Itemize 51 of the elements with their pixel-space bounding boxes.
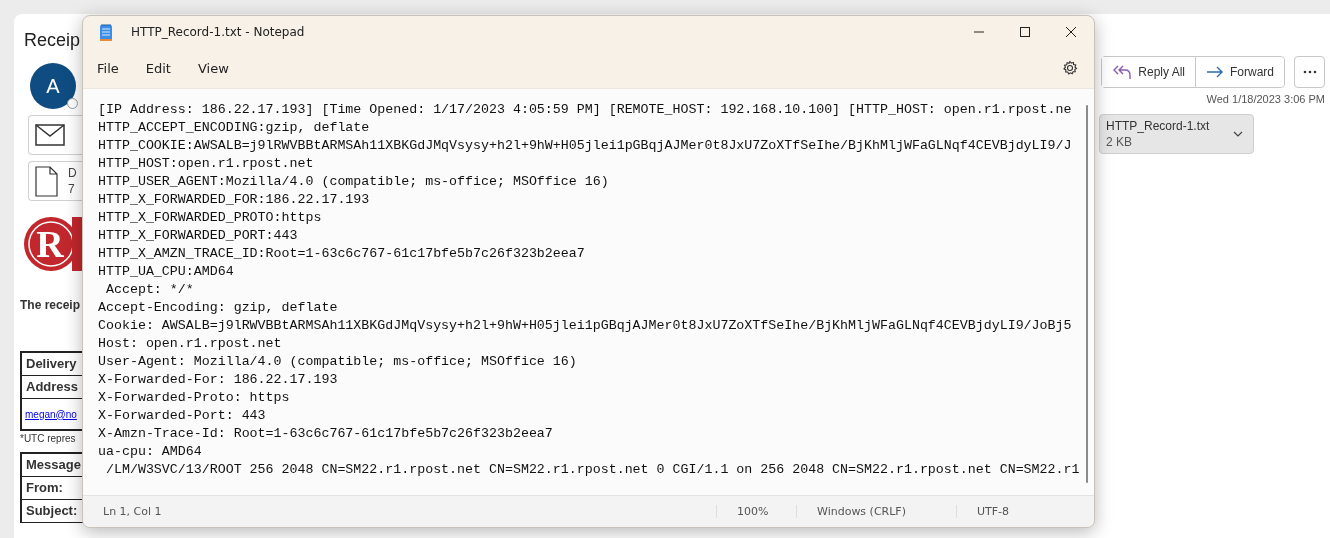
more-icon bbox=[1302, 70, 1317, 74]
text-line: HTTP_X_FORWARDED_FOR:186.22.17.193 bbox=[98, 191, 371, 209]
attachment-size: 2 KB bbox=[1106, 134, 1133, 150]
attachment-card[interactable]: HTTP_Record-1.txt 2 KB bbox=[1099, 114, 1254, 154]
document-icon bbox=[35, 165, 58, 197]
attachment-card[interactable] bbox=[28, 115, 82, 155]
text-line: HTTP_USER_AGENT:Mozilla/4.0 (compatible; ms-office; MSOffice 16) bbox=[98, 173, 610, 191]
text-line: HTTP_X_FORWARDED_PORT:443 bbox=[98, 227, 299, 245]
text-line: HTTP_X_AMZN_TRACE_ID:Root=1-63c6c767-61c17bfe5b7c26f323b2eea7 bbox=[98, 245, 586, 263]
status-text: Windows (CRLF) bbox=[796, 505, 956, 518]
sender-avatar: A bbox=[30, 63, 76, 109]
menu-item[interactable]: File bbox=[87, 54, 129, 82]
forward-arrow-icon bbox=[1206, 65, 1223, 79]
chevron-down-icon bbox=[1233, 131, 1243, 137]
reply-all-button[interactable]: Reply All bbox=[1102, 57, 1196, 87]
text-line: X-Amzn-Trace-Id: Root=1-63c6c767-61c17bfe5b7c26f323b2eea7 bbox=[98, 425, 554, 443]
card-title: D bbox=[68, 165, 77, 181]
attachment-name: HTTP_Record-1.txt bbox=[1106, 118, 1210, 134]
status-text: UTF-8 bbox=[956, 505, 1010, 518]
presence-icon bbox=[67, 98, 78, 109]
text-line: Accept-Encoding: gzip, deflate bbox=[98, 299, 339, 317]
intro-text: The receip bbox=[20, 298, 81, 312]
maximize-icon bbox=[1020, 27, 1030, 37]
text-line: HTTP_UA_CPU:AMD64 bbox=[98, 263, 235, 281]
menu-item[interactable]: View bbox=[187, 54, 239, 82]
reply-all-icon bbox=[1112, 64, 1132, 80]
text-line: [IP Address: 186.22.17.193] [Time Opened: 1/17/2023 4:05:59 PM] [REMOTE_HOST: 192.168.10.100] [HTTP_HOST: open.r1.rpost.ne bbox=[98, 101, 1073, 119]
text-line: Accept: */* bbox=[104, 281, 195, 299]
scrollbar[interactable] bbox=[1086, 105, 1088, 483]
card-detail: 7 bbox=[68, 181, 76, 197]
email-link[interactable]: megan@no bbox=[25, 408, 77, 420]
notepad-icon bbox=[99, 22, 113, 42]
text-line: HTTP_HOST:open.r1.rpost.net bbox=[98, 155, 315, 173]
settings-button[interactable] bbox=[1060, 58, 1080, 78]
footnote-text: *UTC repres bbox=[20, 433, 77, 444]
status-text: 100% bbox=[716, 505, 796, 518]
text-line: Host: open.r1.rpost.net bbox=[98, 335, 283, 353]
close-icon bbox=[1066, 27, 1076, 37]
text-line: HTTP_COOKIE:AWSALB=j9lRWVBBtARMSAh11XBKGdJMqVsysy+h2l+9hW+H05jlei1pGBqjAJMer0t8JxU7ZoXTfSeIhe/BjKhMljWFaGLNqf4CEVBjdyLI9/J bbox=[98, 137, 1073, 155]
text-line: X-Forwarded-Port: 443 bbox=[98, 407, 267, 425]
text-line: HTTP_ACCEPT_ENCODING:gzip, deflate bbox=[98, 119, 371, 137]
envelope-icon bbox=[35, 124, 65, 146]
text-line: HTTP_X_FORWARDED_PROTO:https bbox=[98, 209, 323, 227]
text-line: Cookie: AWSALB=j9lRWVBBtARMSAh11XBKGdJMqVsysy+h2l+9hW+H05jlei1pGBqjAJMer0t8JxU7ZoXTfSeIhe/BjKhMljWFaGLNqf4CEVBjdyLI9/JoBj5 bbox=[98, 317, 1073, 335]
gear-icon bbox=[1062, 60, 1078, 76]
received-date: Wed 1/18/2023 3:06 PM bbox=[1206, 93, 1325, 105]
email-subject: Receip bbox=[24, 30, 81, 51]
menu-item[interactable]: Edit bbox=[135, 54, 181, 82]
window-title: HTTP_Record-1.txt - Notepad bbox=[131, 25, 305, 39]
text-editor-area[interactable] bbox=[83, 88, 1094, 495]
company-logo: R bbox=[22, 217, 82, 271]
